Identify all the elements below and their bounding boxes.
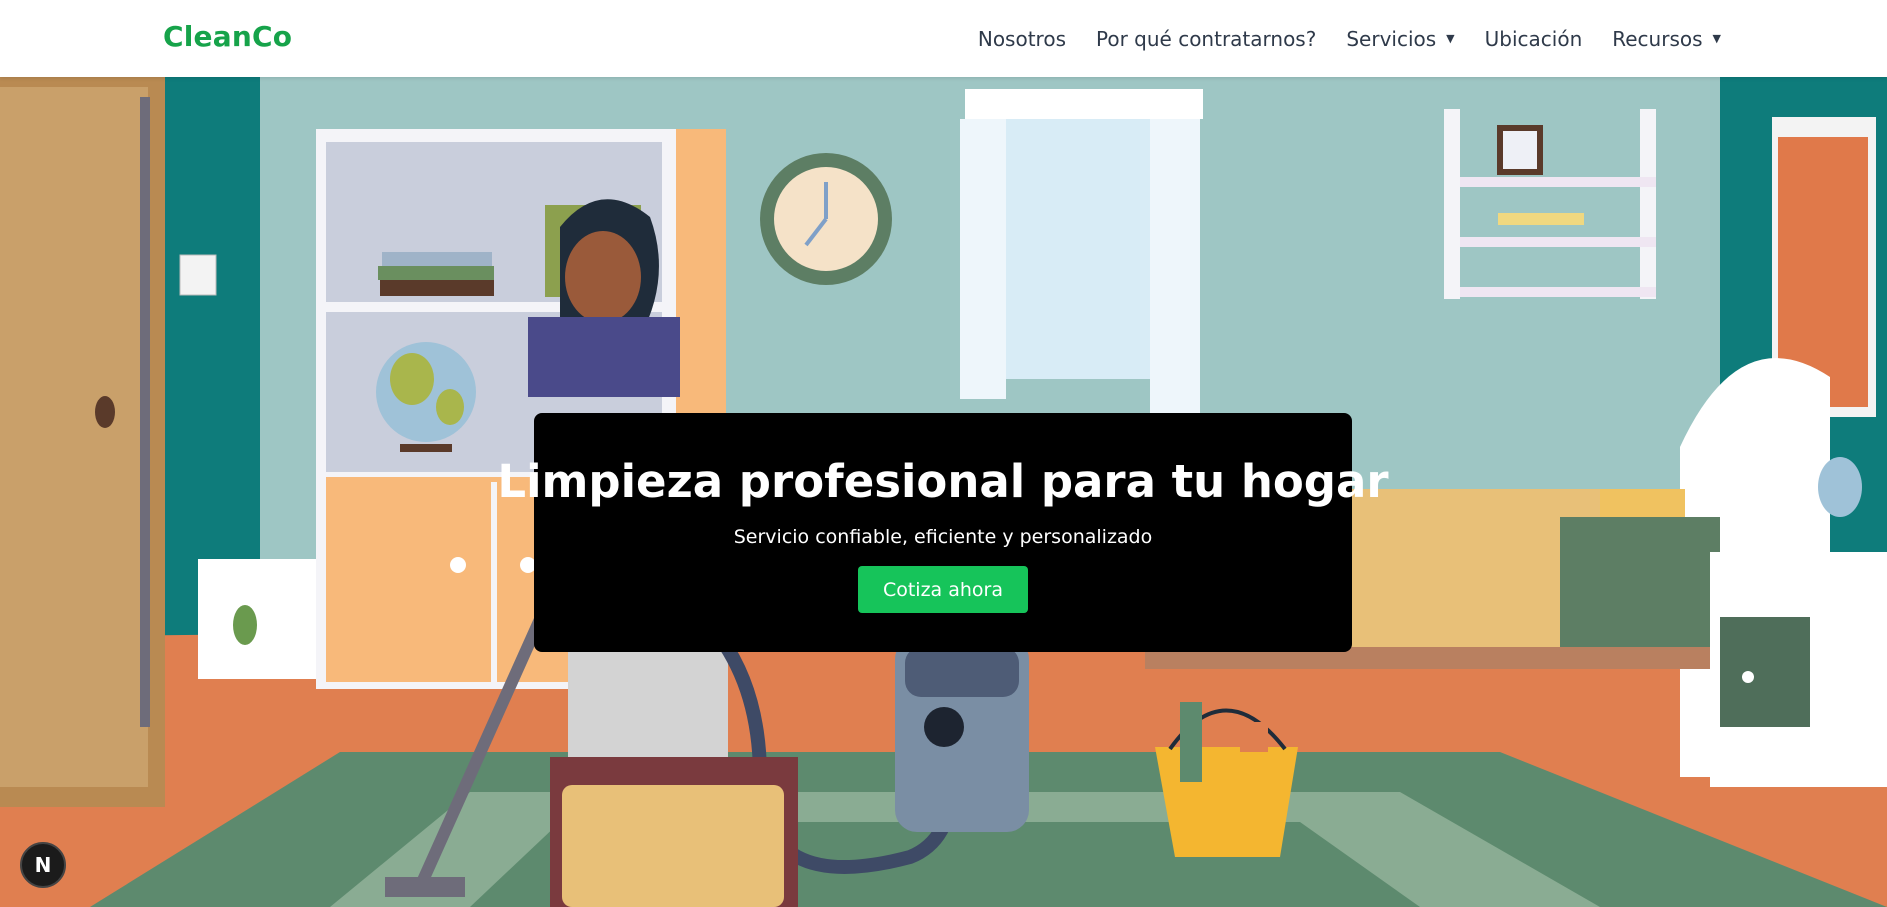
hero-card: Limpieza profesional para tu hogar Servi… [497, 413, 1389, 652]
hero-title: Limpieza profesional para tu hogar [497, 455, 1389, 508]
nav-item-servicios[interactable]: Servicios ▼ [1346, 27, 1454, 51]
navbar: CleanCo Nosotros Por qué contratarnos? S… [0, 0, 1887, 77]
caret-down-icon: ▼ [1446, 32, 1455, 45]
nav-item-label: Ubicación [1484, 26, 1583, 51]
hero-subtitle: Servicio confiable, eficiente y personal… [733, 526, 1153, 548]
cta-quote-button[interactable]: Cotiza ahora [858, 566, 1028, 613]
nav-item-label: Recursos [1612, 26, 1703, 51]
nav-item-recursos[interactable]: Recursos ▼ [1612, 27, 1721, 51]
nav-item-por-que-contratarnos[interactable]: Por qué contratarnos? [1096, 27, 1316, 51]
nav-item-nosotros[interactable]: Nosotros [978, 27, 1066, 51]
caret-down-icon: ▼ [1712, 32, 1721, 45]
nextjs-icon-glyph: N [34, 853, 52, 877]
nav-item-label: Nosotros [977, 26, 1066, 51]
nav-item-ubicacion[interactable]: Ubicación [1485, 27, 1583, 51]
main-nav: Nosotros Por qué contratarnos? Servicios… [978, 0, 1721, 77]
nav-item-label: Por qué contratarnos? [1096, 26, 1317, 51]
nextjs-icon[interactable]: N [20, 842, 66, 888]
hero-section: Limpieza profesional para tu hogar Servi… [0, 77, 1887, 907]
logo-link[interactable]: CleanCo [163, 20, 292, 53]
nav-item-label: Servicios [1346, 26, 1437, 51]
